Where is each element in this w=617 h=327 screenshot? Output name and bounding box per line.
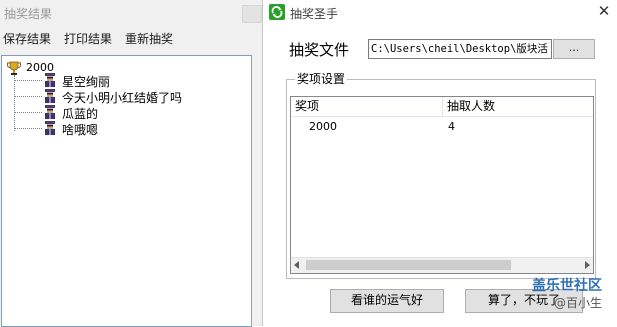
tree-branch-line	[14, 112, 42, 113]
browse-button[interactable]: ...	[553, 39, 595, 59]
prize-settings-title: 奖项设置	[295, 70, 348, 87]
person-icon	[45, 105, 55, 119]
lottery-titlebar: 抽奖圣手 ✕	[264, 0, 617, 26]
column-header-draw-count[interactable]: 抽取人数	[443, 97, 593, 116]
tree-child-node[interactable]: 瓜蓝的	[14, 104, 244, 121]
scroll-left-icon[interactable]	[294, 261, 299, 269]
lottery-window: 抽奖圣手 ✕ 抽奖文件 C:\Users\cheil\Desktop\版块活 .…	[264, 0, 617, 326]
tree-child-node[interactable]: 今天小明小红结婚了吗	[14, 88, 244, 105]
scroll-right-icon[interactable]	[585, 261, 590, 269]
lottery-window-title: 抽奖圣手	[290, 7, 339, 21]
prize-list-header: 奖项 抽取人数	[291, 97, 593, 117]
draw-button[interactable]: 看谁的运气好	[330, 289, 444, 313]
tree-child-node[interactable]: 星空绚丽	[14, 72, 244, 89]
results-close-button[interactable]	[242, 5, 262, 23]
draw-count-cell: 4	[448, 120, 455, 133]
tree-child-node[interactable]: 啥哦嗯	[14, 120, 244, 137]
close-icon[interactable]: ✕	[596, 3, 612, 19]
results-window: 抽奖结果 保存结果 打印结果 重新抽奖 2000 星空绚丽 今天小明小红结婚了吗…	[0, 0, 263, 327]
results-window-title: 抽奖结果	[4, 7, 53, 21]
app-refresh-icon	[269, 4, 285, 20]
lottery-file-label: 抽奖文件	[289, 41, 350, 59]
horizontal-scrollbar[interactable]	[291, 257, 593, 273]
column-header-prize[interactable]: 奖项	[291, 97, 443, 116]
tree-child-label: 啥哦嗯	[62, 123, 99, 137]
prize-row[interactable]: 2000 4	[291, 119, 593, 135]
scroll-thumb[interactable]	[306, 260, 511, 270]
tree-branch-line	[14, 96, 42, 97]
quit-button[interactable]: 算了，不玩了	[465, 289, 583, 313]
results-titlebar: 抽奖结果	[0, 0, 262, 24]
menu-print-results[interactable]: 打印结果	[64, 30, 112, 47]
person-icon	[45, 73, 55, 87]
results-menubar: 保存结果 打印结果 重新抽奖	[0, 28, 262, 48]
lottery-file-path-input[interactable]: C:\Users\cheil\Desktop\版块活	[368, 39, 552, 59]
tree-branch-line	[14, 80, 42, 81]
menu-redraw[interactable]: 重新抽奖	[125, 30, 173, 47]
prize-cell: 2000	[309, 120, 337, 133]
person-icon	[45, 89, 55, 103]
menu-save-results[interactable]: 保存结果	[3, 30, 51, 47]
prize-list[interactable]: 奖项 抽取人数 2000 4	[290, 96, 594, 274]
person-icon	[45, 121, 55, 135]
tree-branch-line	[14, 128, 42, 129]
results-tree[interactable]: 2000 星空绚丽 今天小明小红结婚了吗 瓜蓝的 啥哦嗯	[1, 55, 252, 327]
